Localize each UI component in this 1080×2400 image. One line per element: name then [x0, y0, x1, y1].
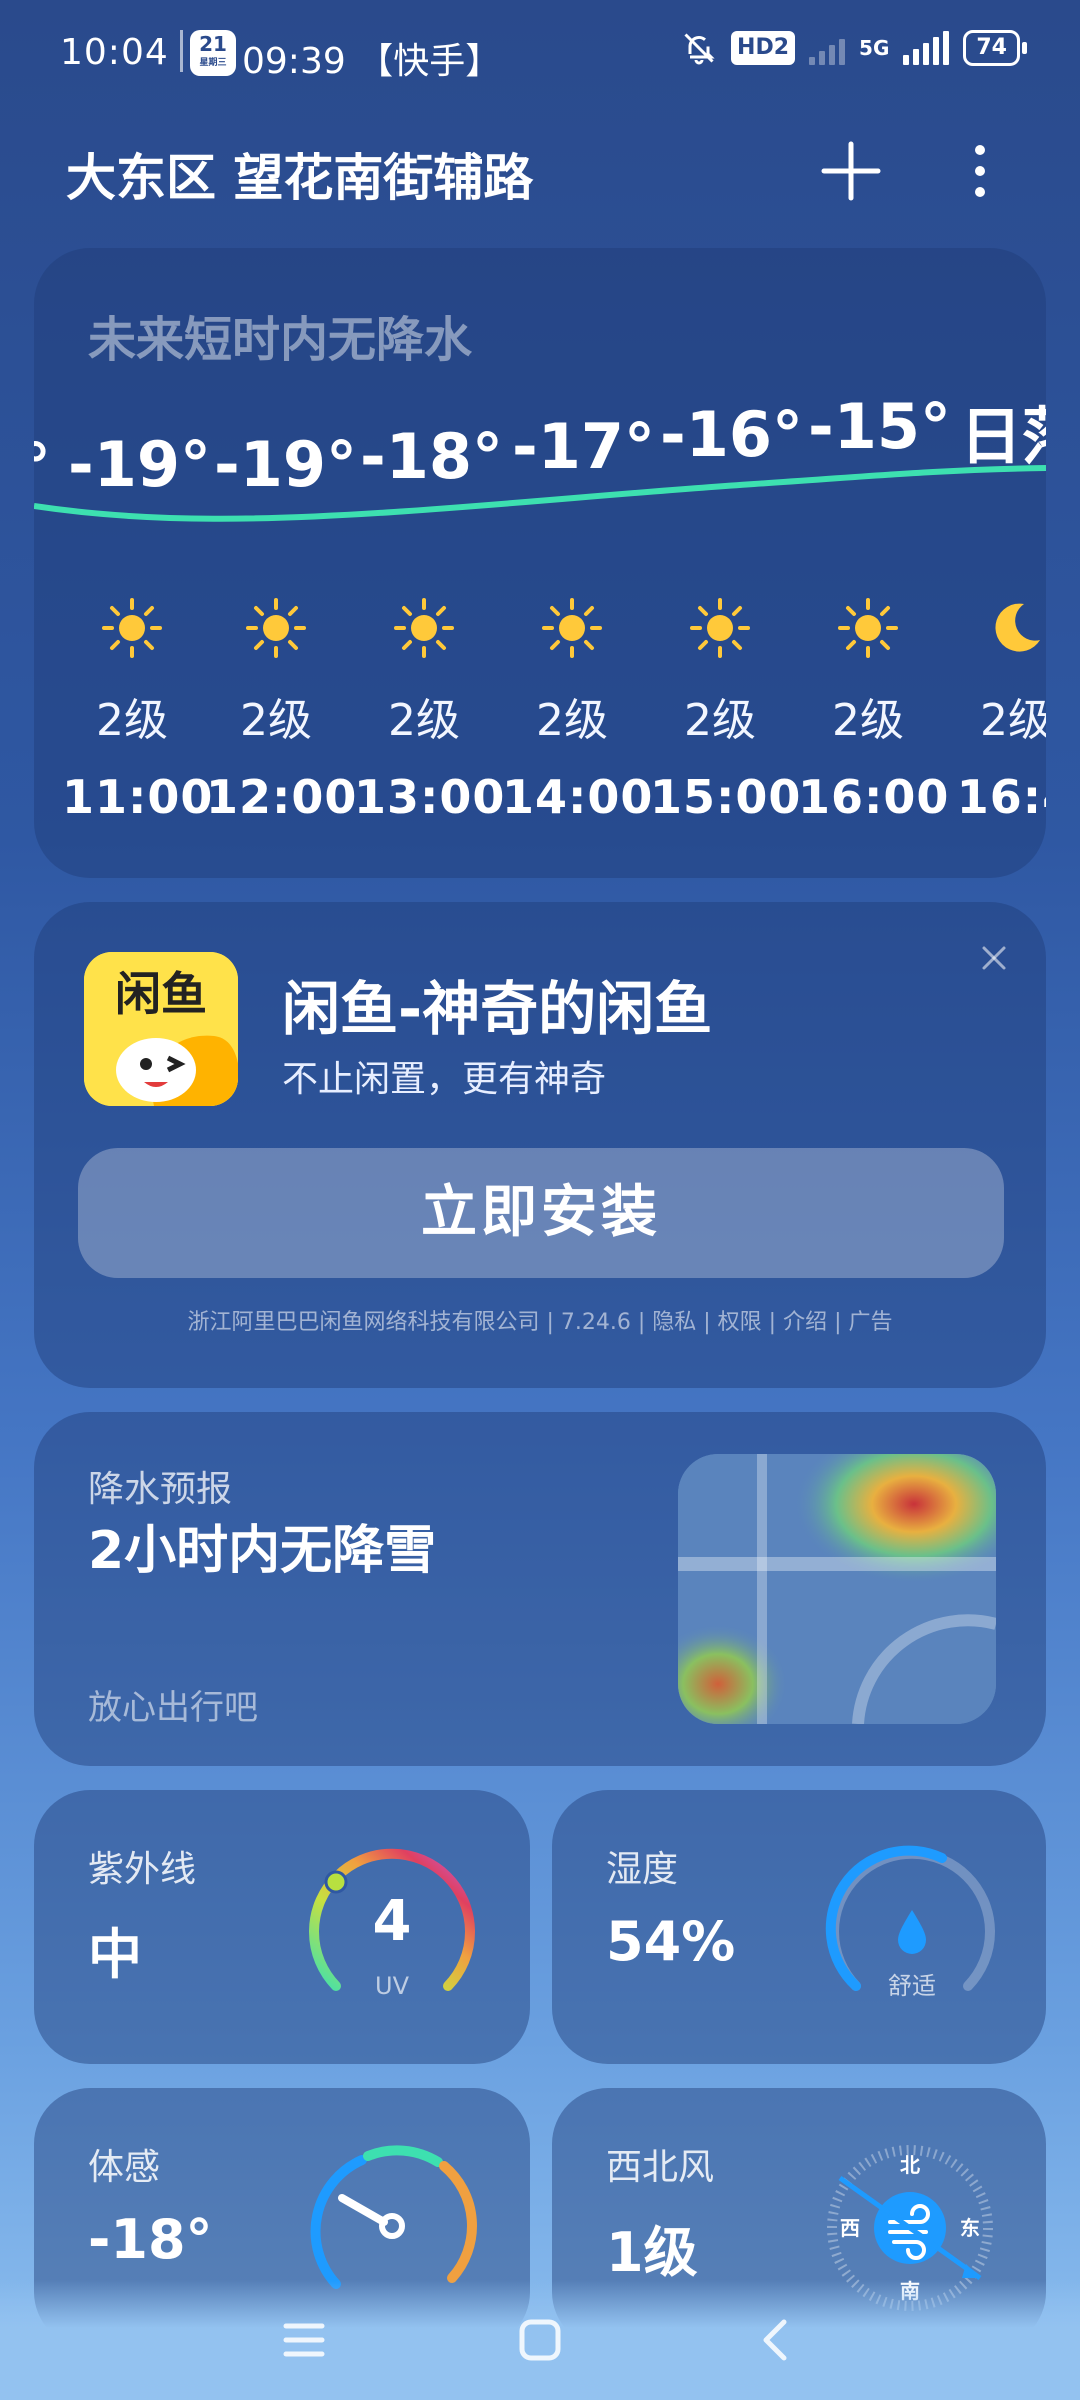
hour-time: 15:00	[650, 770, 802, 824]
moon-icon	[995, 603, 1040, 652]
more-vertical-icon	[975, 145, 985, 197]
system-nav-bar	[0, 2280, 1080, 2400]
compass-e: 东	[960, 2216, 980, 2240]
mute-bell-icon	[684, 33, 715, 65]
humidity-card[interactable]: 湿度 54% 舒适	[552, 1790, 1046, 2064]
feels-like-value: -18°	[88, 2208, 213, 2271]
back-button[interactable]	[746, 2310, 806, 2370]
precip-summary: 未来短时内无降水	[88, 312, 473, 368]
feels-like-label: 体感	[88, 2147, 161, 2188]
uv-unit: UV	[375, 1972, 410, 2000]
temperature-curve	[34, 465, 1046, 522]
ad-subtitle: 不止闲置，更有神奇	[282, 1059, 607, 1100]
network-type: 5G	[859, 36, 890, 60]
wind-level: 2级	[684, 695, 756, 746]
home-square-icon	[519, 2319, 561, 2361]
wind-level: 2级	[980, 695, 1046, 746]
calendar-icon: 21 星期三	[190, 30, 236, 76]
hour-item[interactable]: 2级 16:4	[946, 596, 1046, 824]
wind-level: 2级	[832, 695, 904, 746]
sun-icon	[394, 598, 454, 658]
precip-hint: 放心出行吧	[88, 1688, 258, 1728]
wind-level: 2级	[388, 695, 460, 746]
hour-time: 13:00	[354, 770, 506, 824]
hd-badge: HD2	[731, 31, 796, 65]
calendar-weekday: 星期三	[199, 58, 227, 68]
status-bar: 10:04 21 星期三 09:39 【快手】 HD2 5G 74	[0, 0, 1080, 110]
hour-time: 11:00	[62, 770, 214, 824]
signal-icon-sim1	[809, 31, 846, 65]
signal-icon-sim2	[903, 31, 950, 65]
precip-label: 降水预报	[88, 1469, 233, 1510]
hour-item[interactable]: 2级 14:00	[502, 596, 654, 824]
hour-item[interactable]: 2级 13:00	[354, 596, 506, 824]
uv-index: 4	[373, 1889, 412, 1954]
calendar-day: 21	[199, 32, 227, 56]
humidity-gauge: 舒适	[825, 1845, 995, 2000]
precip-forecast-card[interactable]: 降水预报 2小时内无降雪 放心出行吧	[34, 1412, 1046, 1766]
humidity-label: 湿度	[606, 1849, 679, 1890]
humidity-value: 54%	[606, 1910, 736, 1973]
uv-card[interactable]: 紫外线 中 4 UV	[34, 1790, 530, 2064]
sun-icon	[690, 598, 750, 658]
hour-time: 16:00	[798, 770, 950, 824]
hour-item[interactable]: 2级 12:00	[206, 596, 358, 824]
close-icon	[982, 946, 1006, 970]
hour-time: 16:4	[956, 770, 1046, 824]
compass-w: 西	[840, 2216, 860, 2240]
status-notification: 09:39 【快手】	[242, 41, 502, 82]
hour-item[interactable]: 2级 15:00	[650, 596, 802, 824]
wind-level-value: 1级	[606, 2221, 698, 2284]
uv-level: 中	[88, 1923, 142, 1986]
recent-apps-button[interactable]	[274, 2310, 334, 2370]
sun-icon	[838, 598, 898, 658]
precip-main: 2小时内无降雪	[88, 1521, 437, 1581]
status-time: 10:04	[60, 32, 169, 73]
plus-icon	[821, 141, 881, 201]
sun-icon	[542, 598, 602, 658]
wind-level: 2级	[96, 695, 168, 746]
water-drop-icon	[898, 1910, 926, 1954]
ad-meta-links[interactable]: 浙江阿里巴巴闲鱼网络科技有限公司 | 7.24.6 | 隐私 | 权限 | 介绍…	[34, 1304, 1046, 1336]
back-chevron-icon	[763, 2319, 787, 2361]
uv-gauge: 4 UV	[309, 1848, 475, 2000]
status-icons: HD2 5G 74	[681, 30, 1027, 66]
more-menu-button[interactable]	[960, 138, 1000, 204]
battery-icon: 74	[963, 30, 1027, 66]
ad-title: 闲鱼-神奇的闲鱼	[282, 975, 713, 1043]
close-ad-button[interactable]	[974, 938, 1014, 978]
xianyu-logo-icon: 闲鱼	[84, 952, 238, 1106]
hour-time: 12:00	[206, 770, 358, 824]
precip-radar-map[interactable]	[678, 1454, 996, 1724]
radar-map-image	[678, 1454, 996, 1724]
menu-icon	[283, 2323, 325, 2357]
wind-level: 2级	[536, 695, 608, 746]
humidity-comfort: 舒适	[888, 1972, 936, 2000]
hour-time: 14:00	[502, 770, 654, 824]
hour-item[interactable]: 2级 16:00	[798, 596, 950, 824]
hourly-forecast-card[interactable]: 未来短时内无降水 ° -19° -19° -18° -17° -16° -15°…	[34, 248, 1046, 878]
home-button[interactable]	[510, 2310, 570, 2370]
logo-text: 闲鱼	[115, 967, 207, 1021]
add-city-button[interactable]	[818, 138, 884, 204]
install-button[interactable]: 立即安装	[78, 1148, 1004, 1278]
compass-n: 北	[900, 2153, 920, 2177]
location-title[interactable]: 大东区 望花南街辅路	[66, 138, 533, 210]
sun-icon	[102, 598, 162, 658]
wind-direction: 西北风	[606, 2147, 715, 2188]
ad-card[interactable]: 闲鱼 闲鱼-神奇的闲鱼 不止闲置，更有神奇 立即安装 浙江阿里巴巴闲鱼网络科技有…	[34, 902, 1046, 1388]
status-divider	[180, 30, 183, 72]
sun-icon	[246, 598, 306, 658]
wind-level: 2级	[240, 695, 312, 746]
uv-label: 紫外线	[88, 1849, 197, 1890]
hourly-row: 2级 11:00 2级 12:00 2级 13:00 2级 14:00 2级 1…	[34, 596, 1046, 856]
app-logo[interactable]: 闲鱼	[84, 952, 238, 1106]
hour-item[interactable]: 2级 11:00	[62, 596, 214, 824]
